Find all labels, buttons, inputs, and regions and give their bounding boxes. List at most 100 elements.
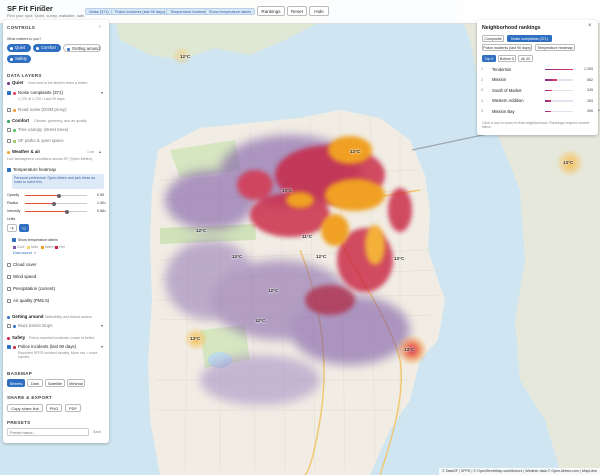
ranking-value: 562 xyxy=(587,77,593,82)
range-bottom5[interactable]: Bottom 5 xyxy=(498,55,516,62)
weather-desc: Live atmospheric conditions across SF (O… xyxy=(7,157,93,161)
radius-value: 1.40× xyxy=(97,201,107,205)
slider-fill xyxy=(25,203,55,205)
police-checkbox[interactable] xyxy=(7,345,11,349)
active-layer-chip[interactable]: Show temperature labels xyxy=(205,8,255,15)
close-icon[interactable]: × xyxy=(588,23,592,29)
chevron-down-icon[interactable]: ▾ xyxy=(101,323,103,328)
ranking-name: Tenderloin xyxy=(492,66,512,72)
parks-label: SF parks & open space xyxy=(18,138,64,143)
legend-swatch xyxy=(13,246,16,249)
preset-name-input[interactable] xyxy=(7,428,89,436)
cloud-checkbox[interactable] xyxy=(7,263,11,267)
priority-quiet-button[interactable]: Quiet xyxy=(7,44,31,52)
active-layer-chip[interactable]: Police incidents (last 90 days) xyxy=(111,8,170,15)
temp-heatmap-checkbox[interactable] xyxy=(7,168,11,172)
tab-noise[interactable]: Noise complaints (371) xyxy=(507,35,552,42)
precip-label: Precipitation (current) xyxy=(13,286,55,291)
tab-police[interactable]: Police incidents (last 90 days) xyxy=(482,44,532,51)
info-icon[interactable]: i xyxy=(39,5,45,11)
safety-heading: Safety xyxy=(12,335,26,340)
police-label: Police incidents (last 90 days) xyxy=(18,344,77,349)
chevron-down-icon[interactable]: ▾ xyxy=(101,344,103,349)
getting-around-heading: Getting around xyxy=(12,314,44,319)
what-matters-label: What matters to you? xyxy=(7,37,42,41)
map-attribution: © DataSF | SFPD | © OpenStreetMap contri… xyxy=(439,468,600,475)
basemap-satellite-button[interactable]: Satellite xyxy=(45,379,65,387)
basemap-minimal-button[interactable]: Minimal xyxy=(67,379,85,387)
priority-comfort-button[interactable]: Comfort xyxy=(33,44,61,52)
priority-getting-around-button[interactable]: Getting around xyxy=(63,44,101,52)
temp-labels-checkbox[interactable] xyxy=(12,238,16,242)
wind-label: Wind speed xyxy=(13,274,37,279)
ranking-row[interactable]: 4 Western Addition 283 xyxy=(481,97,595,106)
unit-f-button[interactable]: °F xyxy=(7,224,17,232)
opacity-slider-knob[interactable] xyxy=(57,193,62,198)
range-all40[interactable]: All 40 xyxy=(518,55,533,62)
noise-checkbox[interactable] xyxy=(7,91,11,95)
ranking-row[interactable]: 3 South of Market 345 xyxy=(481,86,595,95)
ranking-bar xyxy=(545,89,553,92)
radius-label: Radius xyxy=(7,201,19,205)
radius-slider-knob[interactable] xyxy=(52,201,57,206)
legend-cool: Cool xyxy=(17,245,25,249)
muni-label: Muni transit stops xyxy=(18,323,53,328)
police-note: Reported SFPD incident density. More red… xyxy=(18,351,98,360)
ranking-bar xyxy=(545,79,558,81)
parks-checkbox[interactable] xyxy=(7,139,11,143)
ranking-row[interactable]: 1 Tenderloin 1,309 xyxy=(481,65,595,74)
tree-canopy-checkbox[interactable] xyxy=(7,128,11,132)
range-top5[interactable]: Top 5 xyxy=(482,55,496,62)
precip-checkbox[interactable] xyxy=(7,287,11,291)
temp-label: 13°C xyxy=(190,336,201,341)
png-export-button[interactable]: PNG xyxy=(46,404,62,412)
chevron-down-icon[interactable]: ▾ xyxy=(101,90,103,95)
slider-fill xyxy=(25,195,60,197)
hide-button[interactable]: Hide xyxy=(309,6,329,16)
quiet-heading: Quiet xyxy=(12,80,24,85)
tab-temperature[interactable]: Temperature heatmap xyxy=(535,44,575,51)
legend-swatch xyxy=(41,246,44,249)
intensity-slider-knob[interactable] xyxy=(65,209,70,214)
pdf-export-button[interactable]: PDF xyxy=(65,404,81,412)
safety-swatch xyxy=(7,336,10,340)
basemap-dark-button[interactable]: Dark xyxy=(27,379,43,387)
wind-checkbox[interactable] xyxy=(7,275,11,279)
temp-label: 12°C xyxy=(350,149,361,154)
ranking-bar xyxy=(545,110,552,113)
basemap-streets-button[interactable]: Streets xyxy=(7,379,25,387)
ranking-row[interactable]: 5 Mission Bay 306 xyxy=(481,107,595,116)
temp-label: 12°C xyxy=(255,318,266,323)
unit-c-button[interactable]: °C xyxy=(19,224,29,232)
chevron-up-icon[interactable]: ▴ xyxy=(99,149,101,154)
temp-label: 13°C xyxy=(282,188,293,193)
save-preset-button[interactable]: Save xyxy=(93,430,101,434)
priority-safety-button[interactable]: Safety xyxy=(7,55,31,63)
getting-around-desc: Walkability and transit access xyxy=(45,315,93,319)
active-layer-chip[interactable]: Noise (371) xyxy=(85,8,113,15)
noise-label: Noise complaints (371) xyxy=(18,90,63,95)
weather-heading: Weather & air xyxy=(12,149,41,154)
comfort-heading: Comfort xyxy=(12,118,30,123)
heatmap-note: Personal preference: Open-Meteo and pick… xyxy=(12,174,104,189)
ranking-row[interactable]: 2 Mission 562 xyxy=(481,76,595,85)
ranking-value: 1,309 xyxy=(584,67,593,71)
temp-label: 13°C xyxy=(404,347,415,352)
tree-swatch xyxy=(13,128,16,132)
data-source-link[interactable]: Data source ↗ xyxy=(13,251,36,255)
rankings-footer: Click a row to zoom to that neighborhood… xyxy=(482,121,590,130)
legend-mild: Mild xyxy=(31,245,38,249)
tab-composite[interactable]: Composite xyxy=(482,35,504,42)
priority-dot-icon xyxy=(10,46,13,50)
muni-checkbox[interactable] xyxy=(7,324,11,328)
copy-share-link-button[interactable]: Copy share link xyxy=(7,404,43,412)
reset-button[interactable]: Reset xyxy=(287,6,307,16)
ranking-name: South of Market xyxy=(492,87,522,93)
chevron-left-icon[interactable]: ‹ xyxy=(99,24,101,30)
air-quality-checkbox[interactable] xyxy=(7,299,11,303)
weather-swatch xyxy=(7,150,10,154)
road-noise-checkbox[interactable] xyxy=(7,108,11,112)
ranking-number: 1 xyxy=(481,67,483,71)
rankings-button[interactable]: Rankings xyxy=(257,6,285,16)
ranking-value: 345 xyxy=(587,88,593,92)
